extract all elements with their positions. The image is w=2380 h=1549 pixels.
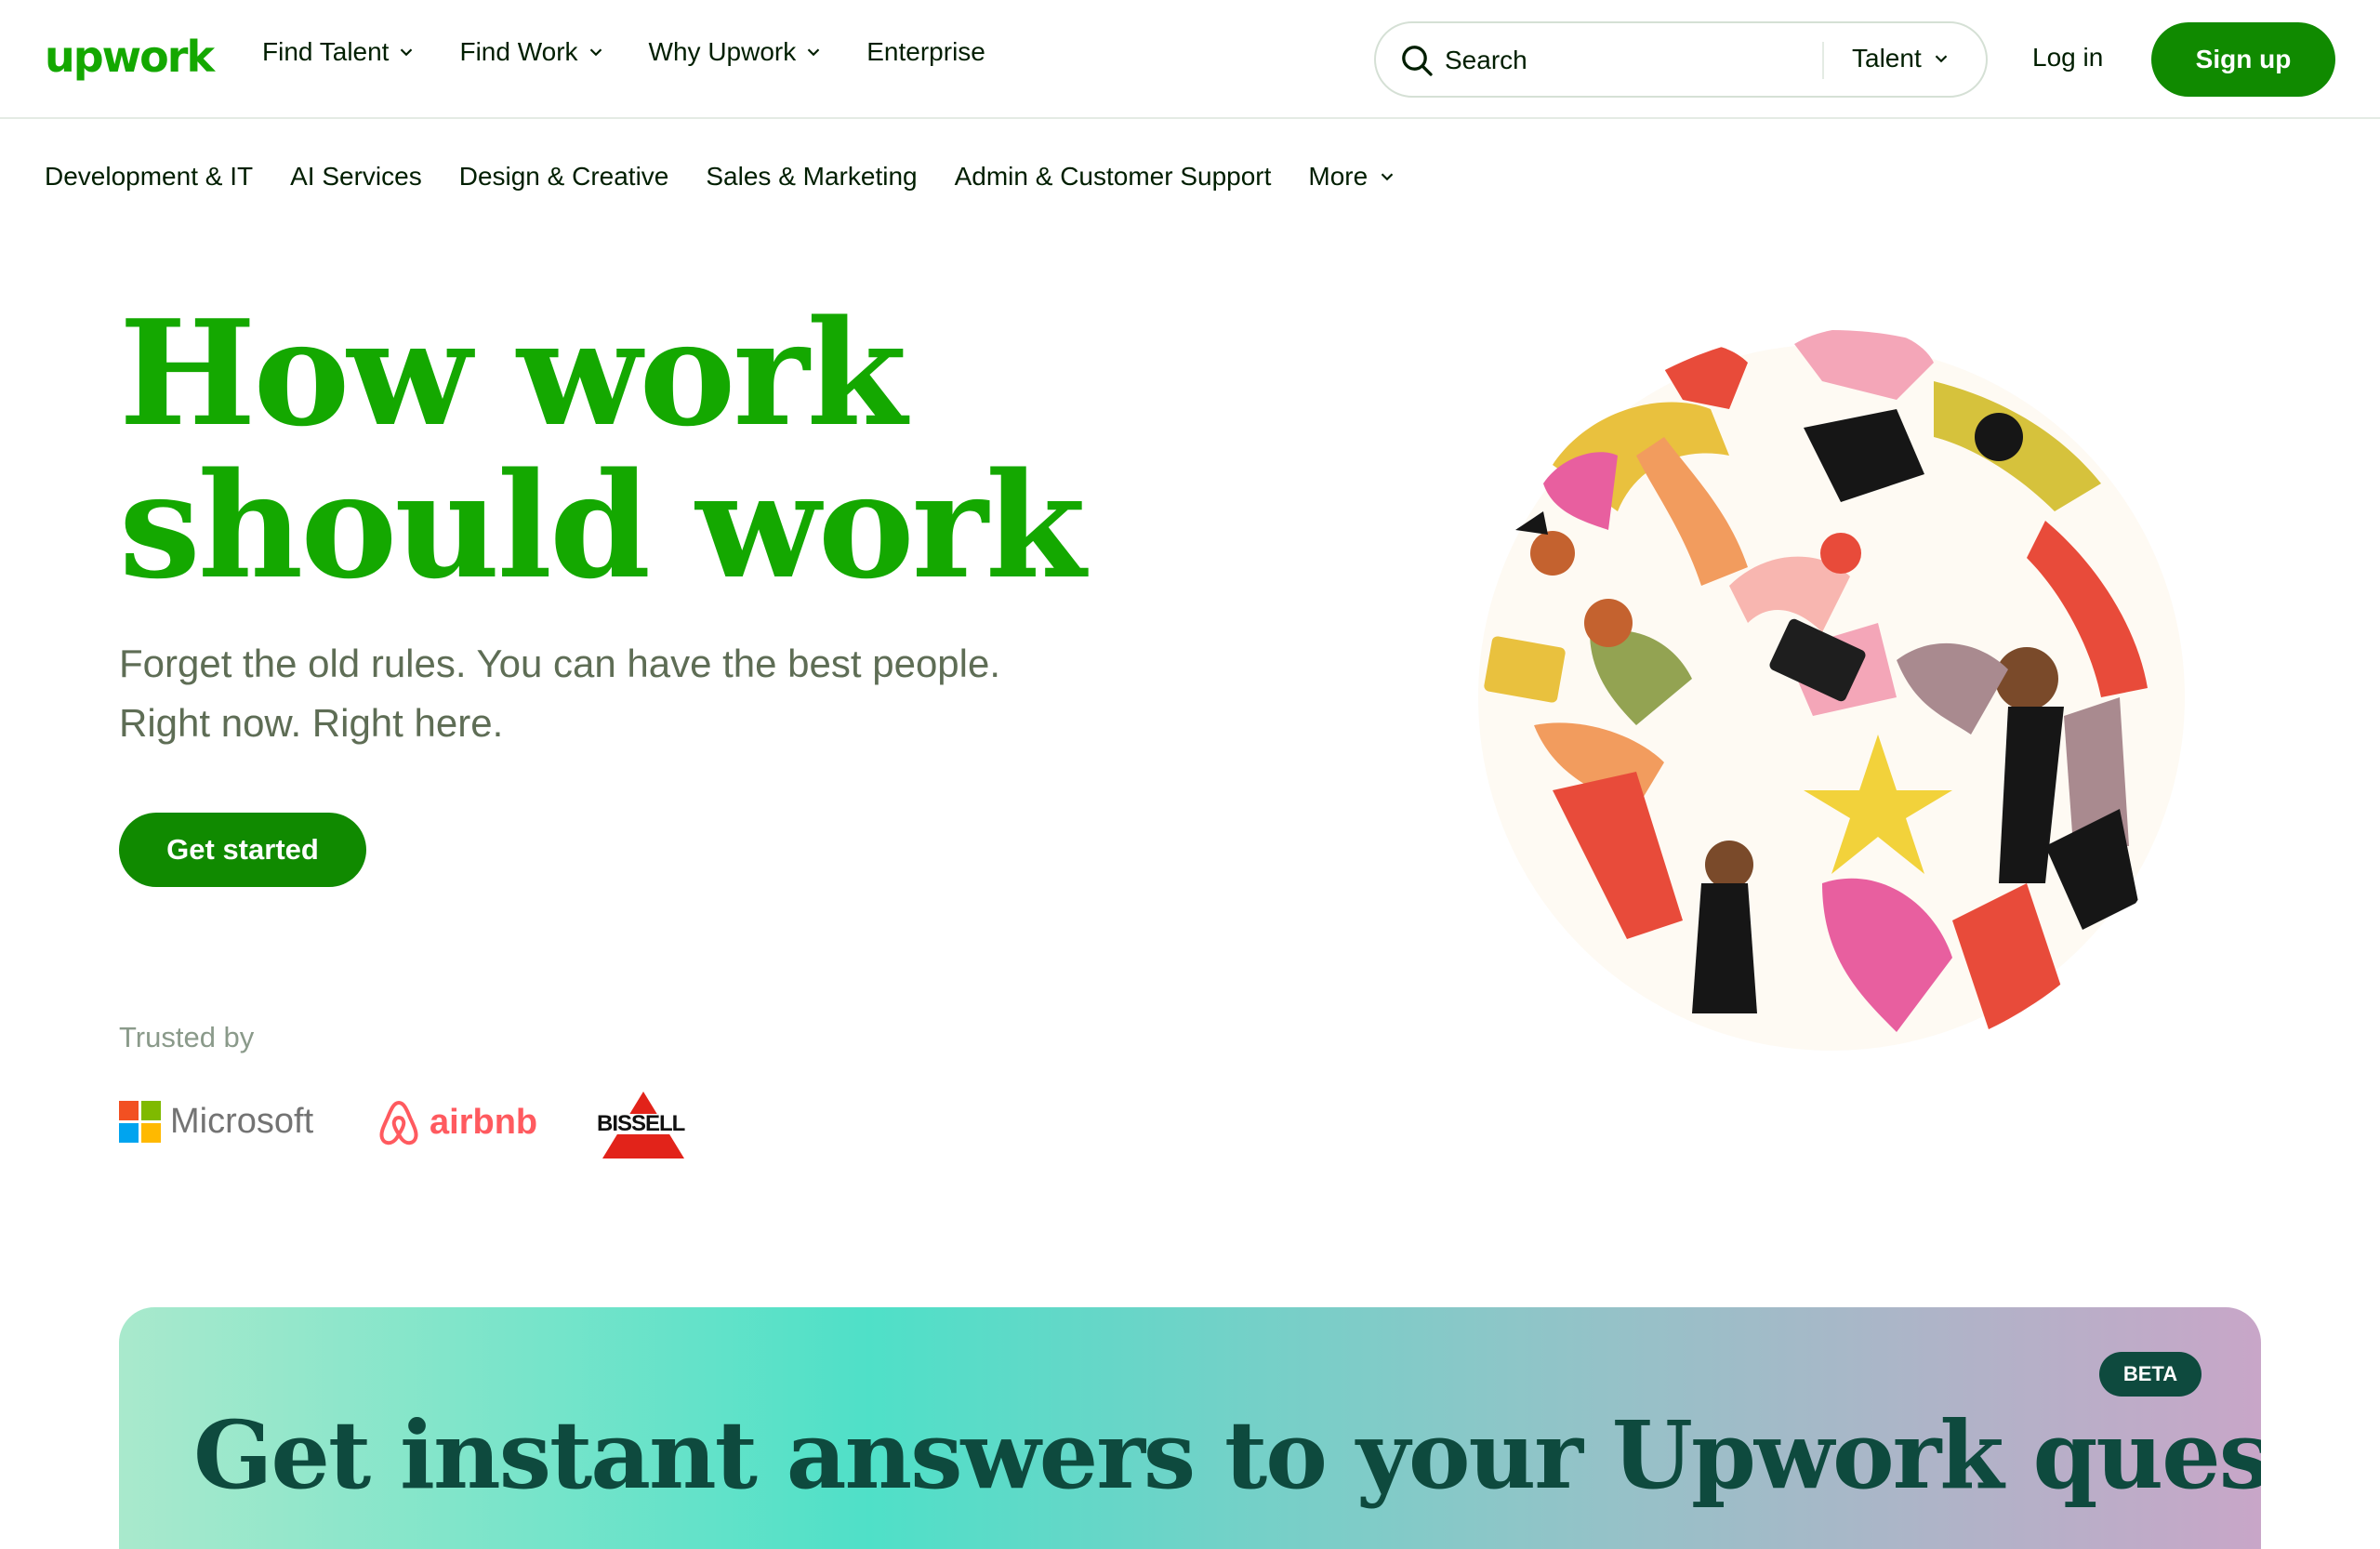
nav-find-work[interactable]: Find Work (459, 37, 605, 67)
top-navigation-bar: upwork Find Talent Find Work Why Upwork … (0, 0, 2380, 119)
airbnb-logo-text: airbnb (430, 1102, 538, 1142)
search-icon (1402, 46, 1433, 76)
category-label: Development & IT (45, 162, 254, 191)
nav-find-talent-label: Find Talent (262, 37, 390, 66)
hero-subtitle: Forget the old rules. You can have the b… (119, 634, 1142, 753)
search-scope-label: Talent (1852, 44, 1922, 73)
banner-title: Get instant answers to your Upwork quest… (193, 1400, 2261, 1510)
nav-why-upwork[interactable]: Why Upwork (649, 37, 825, 67)
category-label: AI Services (290, 162, 422, 191)
ai-assistant-banner: BETA Get instant answers to your Upwork … (119, 1307, 2261, 1549)
microsoft-logo: Microsoft (119, 1101, 313, 1143)
chevron-down-icon (1935, 55, 1947, 63)
hero-title-line: should work (119, 441, 1086, 611)
search-scope-dropdown[interactable]: Talent (1852, 44, 1951, 73)
chevron-down-icon (401, 48, 413, 57)
category-admin-support[interactable]: Admin & Customer Support (955, 162, 1272, 192)
category-development-it[interactable]: Development & IT (45, 162, 253, 192)
signup-button[interactable]: Sign up (2151, 22, 2335, 97)
airbnb-logo: airbnb (376, 1097, 537, 1147)
category-nav: Development & IT AI Services Design & Cr… (45, 162, 1397, 192)
category-more-dropdown[interactable]: More (1308, 162, 1397, 192)
login-link[interactable]: Log in (2032, 43, 2103, 73)
chevron-down-icon (807, 48, 820, 57)
trusted-by-label: Trusted by (119, 1021, 255, 1053)
airbnb-icon (379, 1100, 418, 1145)
category-label: Admin & Customer Support (954, 162, 1272, 191)
nav-enterprise-label: Enterprise (866, 37, 985, 66)
nav-why-upwork-label: Why Upwork (648, 37, 797, 66)
hero-title: How work should work (119, 298, 1235, 602)
search-bar: Talent (1374, 21, 1988, 98)
microsoft-logo-text: Microsoft (170, 1102, 314, 1141)
hero-subtitle-line: Right now. Right here. (119, 701, 504, 745)
hero-illustration (1464, 330, 2199, 1065)
nav-find-talent[interactable]: Find Talent (262, 37, 416, 67)
get-started-button[interactable]: Get started (119, 813, 366, 887)
nav-find-work-label: Find Work (459, 37, 578, 66)
chevron-down-icon (1381, 173, 1394, 181)
bissell-logo: BISSELL (588, 1090, 699, 1158)
category-sales-marketing[interactable]: Sales & Marketing (706, 162, 917, 192)
hero-title-line: How work (119, 288, 907, 458)
search-input[interactable] (1445, 40, 1798, 81)
upwork-logo[interactable]: upwork (45, 32, 215, 82)
category-label: Sales & Marketing (706, 162, 918, 191)
category-label: Design & Creative (458, 162, 669, 191)
bissell-logo-text: BISSELL (595, 1111, 687, 1136)
chevron-down-icon (589, 48, 602, 57)
category-ai-services[interactable]: AI Services (290, 162, 422, 192)
category-design-creative[interactable]: Design & Creative (459, 162, 669, 192)
nav-enterprise[interactable]: Enterprise (866, 37, 985, 67)
search-divider (1822, 42, 1824, 79)
microsoft-icon (119, 1101, 161, 1143)
category-label: More (1308, 162, 1368, 191)
beta-badge: BETA (2099, 1352, 2202, 1397)
hero-subtitle-line: Forget the old rules. You can have the b… (119, 642, 1001, 685)
main-nav: Find Talent Find Work Why Upwork Enterpr… (262, 37, 985, 67)
